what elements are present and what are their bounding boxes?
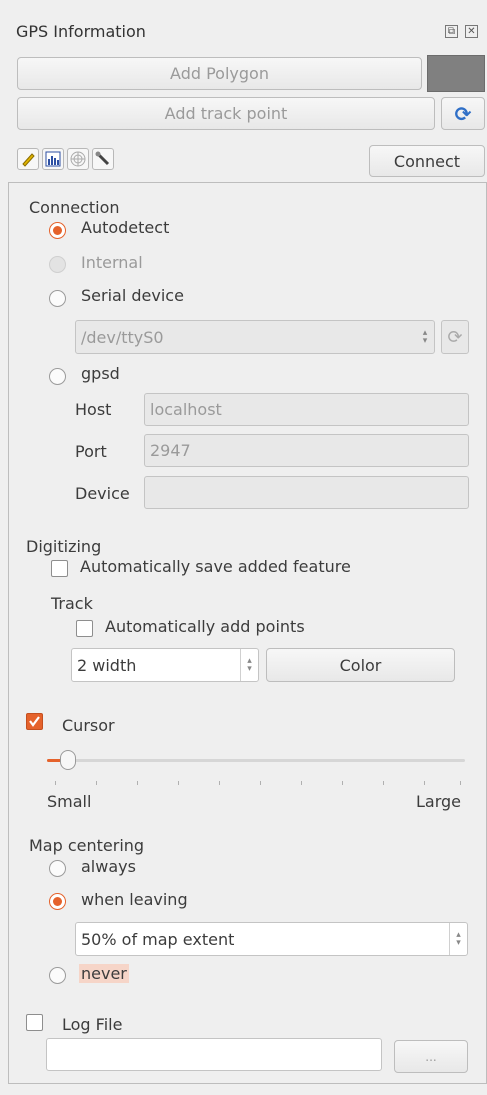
serial-device-label: Serial device [81, 286, 184, 305]
add-track-point-button[interactable]: Add track point [17, 97, 435, 130]
gpsd-radio[interactable] [49, 368, 66, 385]
spin-arrows-icon[interactable]: ▴ ▾ [240, 649, 258, 681]
connect-label: Connect [393, 151, 461, 171]
serial-device-radio[interactable] [49, 290, 66, 307]
browse-button[interactable]: ... [394, 1040, 468, 1073]
internal-radio[interactable] [49, 256, 66, 273]
always-label: always [81, 857, 136, 876]
auto-save-label: Automatically save added feature [80, 557, 351, 576]
serial-device-select[interactable]: /dev/ttyS0 ▴ ▾ [75, 320, 435, 354]
extent-value: 50% of map extent [81, 929, 235, 949]
device-label: Device [75, 484, 130, 503]
checkmark-icon [29, 716, 40, 727]
track-width-value: 2 width [77, 655, 137, 675]
slider-tick [383, 781, 384, 785]
host-field[interactable]: localhost [144, 393, 469, 426]
internal-label: Internal [81, 253, 143, 272]
track-width-spinbox[interactable]: 2 width ▴ ▾ [71, 648, 259, 682]
spin-arrows-icon[interactable]: ▴ ▾ [449, 923, 467, 955]
cursor-slider-track[interactable] [47, 759, 465, 762]
panel-title: GPS Information [16, 22, 146, 41]
slider-tick [342, 781, 343, 785]
never-label: never [79, 964, 129, 983]
device-field[interactable] [144, 476, 469, 509]
histogram-icon[interactable] [42, 148, 64, 170]
log-file-checkbox[interactable] [26, 1014, 43, 1031]
track-heading: Track [51, 594, 93, 613]
slider-tick [424, 781, 425, 785]
gpsd-label: gpsd [81, 364, 120, 383]
track-color-label: Color [339, 655, 382, 675]
refresh-icon: ⟳ [454, 101, 472, 126]
host-label: Host [75, 400, 112, 419]
never-radio[interactable] [49, 967, 66, 984]
slider-tick [178, 781, 179, 785]
float-icon[interactable]: ⧉ [445, 25, 458, 38]
close-icon[interactable]: ✕ [465, 25, 478, 38]
port-field[interactable]: 2947 [144, 434, 469, 467]
digitizing-heading: Digitizing [26, 537, 102, 556]
auto-add-checkbox[interactable] [76, 620, 93, 637]
slider-tick [219, 781, 220, 785]
autodetect-radio[interactable] [49, 222, 66, 239]
slider-tick [301, 781, 302, 785]
port-value: 2947 [150, 441, 191, 460]
auto-save-checkbox[interactable] [51, 560, 68, 577]
track-color-button[interactable]: Color [266, 648, 455, 682]
wrench-icon[interactable] [92, 148, 114, 170]
serial-refresh-icon[interactable]: ⟳ [441, 320, 469, 354]
when-leaving-radio[interactable] [49, 893, 66, 910]
select-arrows-icon: ▴ ▾ [422, 328, 428, 346]
slider-tick [137, 781, 138, 785]
serial-device-value: /dev/ttyS0 [81, 327, 164, 347]
autodetect-label: Autodetect [81, 218, 170, 237]
extent-spinbox[interactable]: 50% of map extent ▴ ▾ [75, 922, 468, 956]
add-polygon-button[interactable]: Add Polygon [17, 57, 422, 90]
auto-add-label: Automatically add points [105, 617, 305, 636]
slider-tick [96, 781, 97, 785]
slider-tick [55, 781, 56, 785]
when-leaving-label: when leaving [81, 890, 188, 909]
map-centering-heading: Map centering [29, 836, 145, 855]
slider-tick [460, 781, 461, 785]
color-swatch[interactable] [427, 55, 485, 92]
connection-heading: Connection [29, 198, 120, 217]
log-file-label: Log File [62, 1015, 123, 1034]
always-radio[interactable] [49, 860, 66, 877]
port-label: Port [75, 442, 107, 461]
slider-small-label: Small [47, 792, 92, 811]
connect-button[interactable]: Connect [369, 145, 485, 177]
cursor-slider-handle[interactable] [59, 750, 76, 770]
slider-large-label: Large [416, 792, 462, 811]
satellite-icon[interactable] [67, 148, 89, 170]
log-file-path-input[interactable] [46, 1038, 382, 1071]
cursor-label: Cursor [62, 716, 115, 735]
host-value: localhost [150, 400, 222, 419]
slider-tick [260, 781, 261, 785]
pencil-icon[interactable] [17, 148, 39, 170]
cursor-checkbox[interactable] [26, 713, 43, 730]
refresh-button[interactable]: ⟳ [441, 97, 485, 130]
browse-label: ... [425, 1049, 437, 1064]
